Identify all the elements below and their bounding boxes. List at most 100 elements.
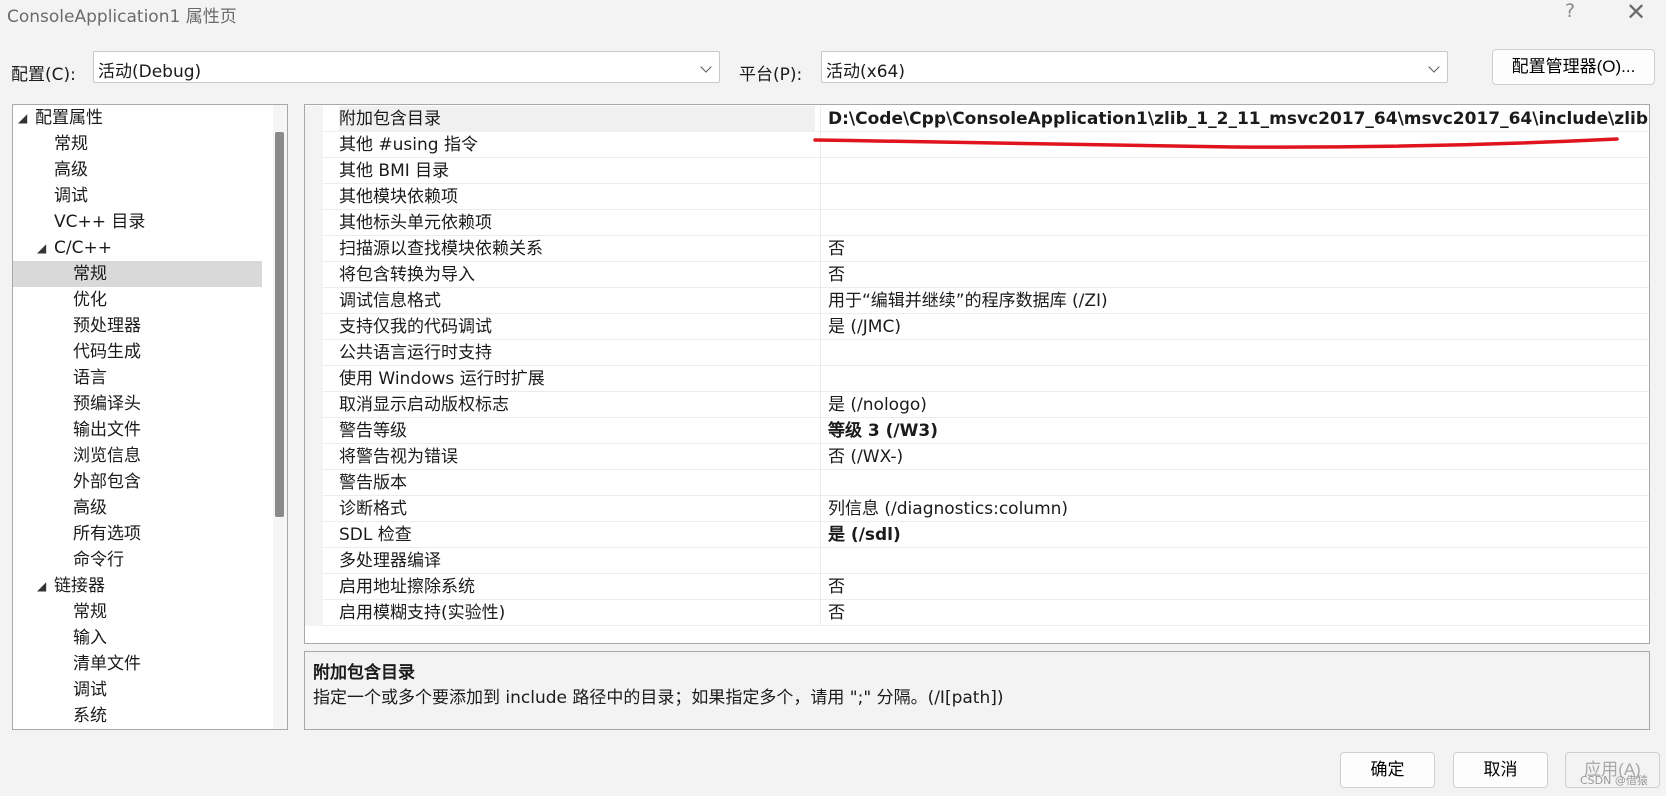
- property-value[interactable]: 否 (/WX-): [828, 444, 903, 470]
- tree-item[interactable]: 预编译头: [13, 391, 262, 417]
- property-name: 取消显示启动版权标志: [339, 395, 509, 415]
- tree-item[interactable]: 输出文件: [13, 417, 262, 443]
- row-gutter: [305, 600, 323, 626]
- property-row[interactable]: 支持仅我的代码调试 是 (/JMC): [305, 314, 1649, 340]
- tree-item[interactable]: 清单文件: [13, 651, 262, 677]
- row-gutter: [305, 444, 323, 470]
- tree-item[interactable]: 系统: [13, 703, 262, 729]
- tree-item[interactable]: 调试: [13, 183, 262, 209]
- property-grid[interactable]: 附加包含目录 D:\Code\Cpp\ConsoleApplication1\zl…: [304, 104, 1650, 644]
- configuration-manager-button[interactable]: 配置管理器(O)...: [1492, 49, 1655, 85]
- property-tree[interactable]: 系统 调试 清单文件 输入 常规 ◢ 链接器 命令行 所有选项 高级 外部包含 浏览信息 输出文件 预编译…: [12, 104, 288, 730]
- description-panel: 附加包含目录 指定一个或多个要添加到 include 路径中的目录；如果指定多个…: [304, 651, 1650, 730]
- platform-combobox[interactable]: 活动(x64): [821, 51, 1448, 83]
- column-divider: [820, 496, 821, 522]
- column-divider: [820, 470, 821, 496]
- property-row[interactable]: 警告版本: [305, 470, 1649, 496]
- tree-item[interactable]: ◢ C/C++: [13, 235, 262, 261]
- property-row[interactable]: 其他 BMI 目录: [305, 158, 1649, 184]
- tree-item[interactable]: 预处理器: [13, 313, 262, 339]
- close-icon[interactable]: ✕: [1626, 0, 1646, 24]
- property-row[interactable]: SDL 检查 是 (/sdl): [305, 522, 1649, 548]
- property-value[interactable]: 等级 3 (/W3): [828, 418, 938, 444]
- property-pages-window: ConsoleApplication1 属性页 ? ✕ 配置(C): 活动(De…: [0, 0, 1666, 796]
- expander-icon[interactable]: ◢: [37, 235, 46, 261]
- tree-item[interactable]: 优化: [13, 287, 262, 313]
- property-value[interactable]: 是 (/sdl): [828, 522, 901, 548]
- property-name: 扫描源以查找模块依赖关系: [339, 239, 543, 259]
- property-name: 启用模糊支持(实验性): [339, 603, 506, 623]
- tree-item[interactable]: 代码生成: [13, 339, 262, 365]
- tree-item-label: 清单文件: [73, 654, 141, 674]
- tree-item[interactable]: 浏览信息: [13, 443, 262, 469]
- row-gutter: [305, 470, 323, 496]
- property-row[interactable]: 警告等级 等级 3 (/W3): [305, 418, 1649, 444]
- description-title: 附加包含目录: [313, 663, 415, 683]
- property-value[interactable]: 否: [828, 574, 845, 600]
- column-divider: [820, 158, 821, 184]
- config-combobox[interactable]: 活动(Debug): [93, 51, 720, 83]
- property-row[interactable]: 其他标头单元依赖项: [305, 210, 1649, 236]
- tree-item[interactable]: 调试: [13, 677, 262, 703]
- property-name: 警告等级: [339, 421, 407, 441]
- property-row[interactable]: 将包含转换为导入 否: [305, 262, 1649, 288]
- property-row[interactable]: 其他模块依赖项: [305, 184, 1649, 210]
- property-value[interactable]: 用于“编辑并继续”的程序数据库 (/ZI): [828, 288, 1108, 314]
- property-value[interactable]: 否: [828, 262, 845, 288]
- property-row[interactable]: 扫描源以查找模块依赖关系 否: [305, 236, 1649, 262]
- row-gutter: [305, 262, 323, 288]
- tree-item-label: 配置属性: [35, 108, 103, 128]
- tree-item[interactable]: 命令行: [13, 547, 262, 573]
- row-gutter: [305, 132, 323, 158]
- tree-item[interactable]: VC++ 目录: [13, 209, 262, 235]
- tree-scrollbar[interactable]: [273, 105, 287, 729]
- property-row[interactable]: 诊断格式 列信息 (/diagnostics:column): [305, 496, 1649, 522]
- expander-icon[interactable]: ◢: [37, 573, 46, 599]
- tree-item[interactable]: 高级: [13, 157, 262, 183]
- column-divider: [820, 210, 821, 236]
- tree-item[interactable]: 所有选项: [13, 521, 262, 547]
- column-divider: [820, 236, 821, 262]
- property-name: 启用地址擦除系统: [339, 577, 475, 597]
- tree-item[interactable]: 常规: [13, 599, 262, 625]
- property-value[interactable]: 列信息 (/diagnostics:column): [828, 496, 1068, 522]
- column-divider: [820, 522, 821, 548]
- row-gutter: [305, 288, 323, 314]
- column-divider: [820, 366, 821, 392]
- tree-scrollbar-thumb[interactable]: [275, 132, 284, 517]
- property-row[interactable]: 多处理器编译: [305, 548, 1649, 574]
- property-row[interactable]: 调试信息格式 用于“编辑并继续”的程序数据库 (/ZI): [305, 288, 1649, 314]
- tree-item-label: 浏览信息: [73, 446, 141, 466]
- property-row[interactable]: 将警告视为错误 否 (/WX-): [305, 444, 1649, 470]
- property-row[interactable]: 使用 Windows 运行时扩展: [305, 366, 1649, 392]
- help-icon[interactable]: ?: [1565, 0, 1575, 22]
- property-value[interactable]: 否: [828, 600, 845, 626]
- property-value[interactable]: 否: [828, 236, 845, 262]
- cancel-button[interactable]: 取消: [1453, 752, 1548, 788]
- tree-item[interactable]: ◢ 链接器: [13, 573, 262, 599]
- property-name: SDL 检查: [339, 525, 412, 545]
- tree-item[interactable]: 高级: [13, 495, 262, 521]
- tree-item-label: 常规: [54, 134, 88, 154]
- property-row[interactable]: 启用模糊支持(实验性) 否: [305, 600, 1649, 626]
- property-value[interactable]: 是 (/JMC): [828, 314, 901, 340]
- tree-item[interactable]: 外部包含: [13, 469, 262, 495]
- ok-button[interactable]: 确定: [1340, 752, 1435, 788]
- property-row[interactable]: 启用地址擦除系统 否: [305, 574, 1649, 600]
- expander-icon[interactable]: ◢: [18, 105, 27, 131]
- row-gutter: [305, 158, 323, 184]
- row-gutter: [305, 522, 323, 548]
- tree-item[interactable]: ◢ 配置属性: [13, 105, 262, 131]
- property-value[interactable]: D:\Code\Cpp\ConsoleApplication1\zlib_1_2…: [828, 106, 1648, 132]
- property-value[interactable]: 是 (/nologo): [828, 392, 927, 418]
- property-row[interactable]: 附加包含目录 D:\Code\Cpp\ConsoleApplication1\zl…: [305, 106, 1649, 132]
- tree-item[interactable]: 常规: [13, 131, 262, 157]
- tree-item[interactable]: 语言: [13, 365, 262, 391]
- tree-item[interactable]: 常规: [13, 261, 262, 287]
- column-divider: [820, 262, 821, 288]
- column-divider: [820, 574, 821, 600]
- property-row[interactable]: 公共语言运行时支持: [305, 340, 1649, 366]
- property-row[interactable]: 取消显示启动版权标志 是 (/nologo): [305, 392, 1649, 418]
- config-value: 活动(Debug): [98, 62, 202, 82]
- tree-item[interactable]: 输入: [13, 625, 262, 651]
